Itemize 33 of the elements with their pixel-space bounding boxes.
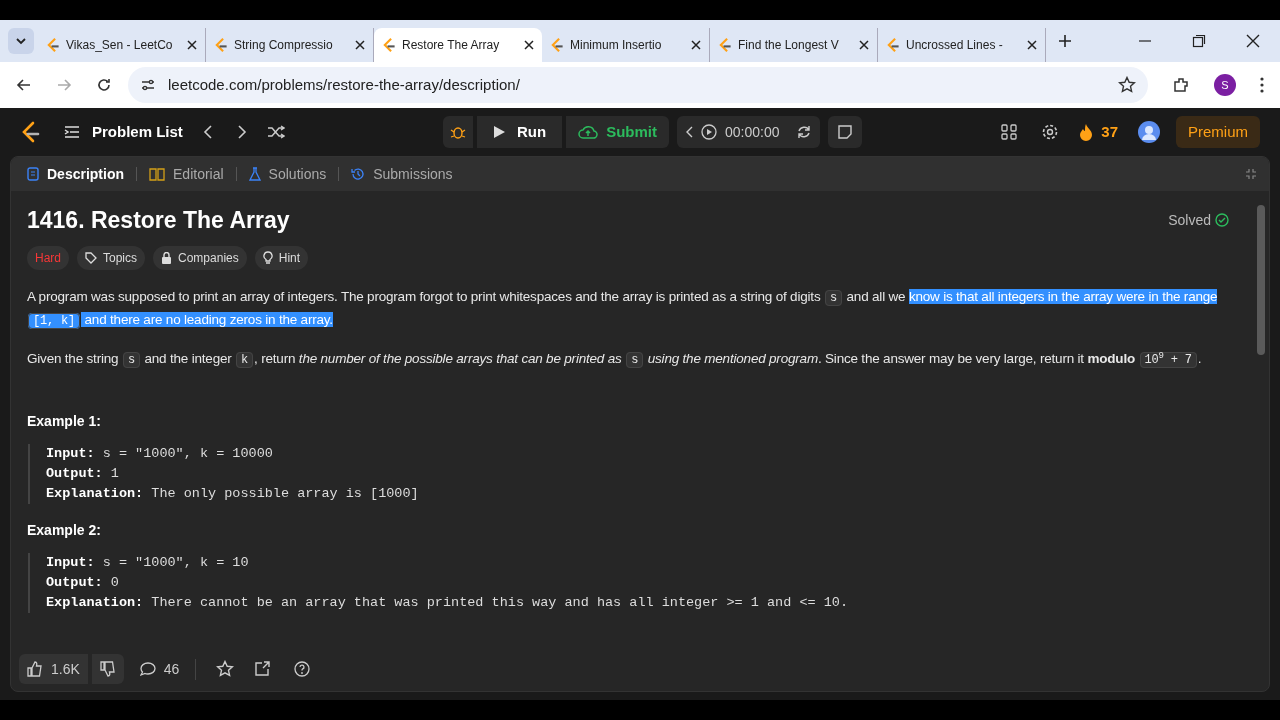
tag-chip[interactable]: Companies xyxy=(153,245,247,270)
comments-button[interactable]: 46 xyxy=(139,658,197,680)
run-button[interactable]: Run xyxy=(477,116,563,148)
problem-title: 1416. Restore The Array xyxy=(27,206,290,235)
difficulty-tag: Hard xyxy=(27,245,69,270)
example-heading: Example 1: xyxy=(27,411,102,431)
panel-tab[interactable]: Submissions xyxy=(347,163,457,185)
example-line: Input: s = "1000", k = 10000 xyxy=(46,444,274,463)
profile-avatar[interactable]: S xyxy=(1214,74,1236,96)
solved-status: Solved xyxy=(1168,210,1211,230)
description-paragraph: Given the string s and the integer k , return the number of the possible arrays that can be printed as s using the mentioned program. Since the answer may be very large, return it modulo 10$^{9}$ + 7 . xyxy=(27,349,1203,370)
like-button[interactable]: 1.6K xyxy=(19,654,88,684)
timer-panel[interactable]: 00:00:00 xyxy=(677,116,820,148)
submit-button[interactable]: Submit xyxy=(566,116,669,148)
streak-count[interactable]: 37 xyxy=(1101,120,1118,144)
tag-chip[interactable]: Hint xyxy=(254,245,309,270)
example-line: Input: s = "1000", k = 10 xyxy=(46,553,250,572)
address-bar[interactable]: leetcode.com/problems/restore-the-array/description/ xyxy=(128,67,1148,103)
browser-tab[interactable]: Restore The Array xyxy=(374,28,542,62)
timer-text: 00:00:00 xyxy=(725,122,780,142)
example-heading: Example 2: xyxy=(27,520,102,540)
panel-tab[interactable]: Solutions xyxy=(244,163,331,185)
panel-tab[interactable]: Editorial xyxy=(145,163,228,185)
url-text: leetcode.com/problems/restore-the-array/description/ xyxy=(168,74,521,95)
problem-list-link[interactable]: Problem List xyxy=(92,120,183,144)
panel-tab[interactable]: Description xyxy=(23,163,128,185)
tag-chip[interactable]: Topics xyxy=(77,245,146,270)
premium-button[interactable]: Premium xyxy=(1176,116,1260,148)
example-line: Output: 1 xyxy=(46,464,120,483)
example-line: Explanation: The only possible array is [1000] xyxy=(46,484,420,503)
example-line: Explanation: There cannot be an array that was printed this way and has all integer >= 1 and <= 10. xyxy=(46,593,850,612)
example-line: Output: 0 xyxy=(46,573,120,592)
description-paragraph: A program was supposed to print an array of integers. The program forgot to print whitespaces and the array is printed as a string of digits s and all we know is that all integers in the array were in the range [1, k] and there are no leading zeros in the array. xyxy=(27,287,1219,331)
